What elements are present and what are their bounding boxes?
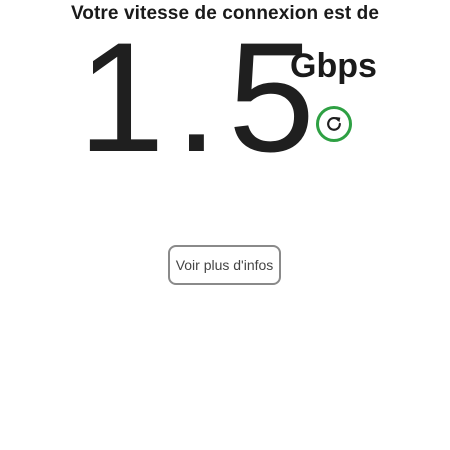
speed-test-result-screen: Votre vitesse de connexion est de 1.5 Gb… bbox=[0, 0, 450, 450]
more-info-button[interactable]: Voir plus d'infos bbox=[168, 245, 281, 285]
speed-unit: Gbps bbox=[290, 47, 377, 85]
refresh-icon bbox=[324, 114, 344, 134]
refresh-button[interactable] bbox=[316, 106, 352, 142]
speed-value: 1.5 bbox=[78, 11, 325, 185]
